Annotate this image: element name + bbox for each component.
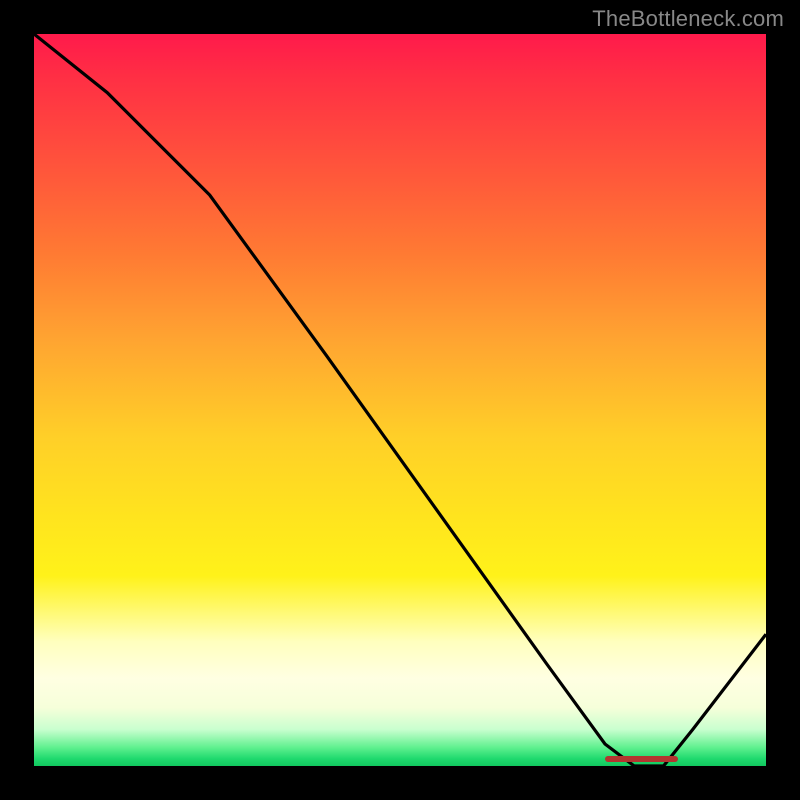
- gradient-panel: [34, 34, 766, 766]
- optimum-range-marker: [605, 756, 678, 762]
- chart-frame: TheBottleneck.com: [0, 0, 800, 800]
- attribution-text: TheBottleneck.com: [592, 6, 784, 32]
